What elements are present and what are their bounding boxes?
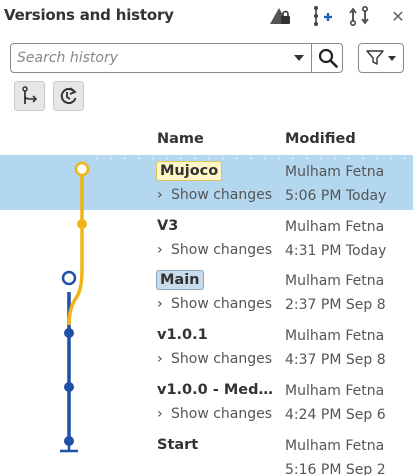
modified-time: 5:06 PM Today	[285, 188, 387, 204]
show-changes-toggle[interactable]: › Show changes	[157, 406, 275, 422]
branch-add-icon	[314, 6, 332, 26]
modified-time: 2:37 PM Sep 8	[285, 297, 386, 313]
modified-user: Mulham Fetna	[285, 438, 385, 454]
modified-time: 4:31 PM Today	[285, 243, 387, 259]
versions-history-panel: Versions and history ✕ Search history Na…	[0, 0, 413, 475]
filter-icon	[366, 50, 384, 65]
version-name: v1.0.0 - MediaPipe	[157, 382, 275, 398]
history-row[interactable]: v1.0.0 - MediaPipe › Show changes Mulham …	[0, 374, 413, 429]
search-dropdown-button[interactable]	[288, 44, 310, 72]
show-changes-label: Show changes	[171, 242, 273, 258]
branch-view-button[interactable]	[14, 81, 45, 111]
close-icon[interactable]: ✕	[385, 4, 411, 28]
show-changes-toggle[interactable]: › Show changes	[157, 242, 275, 258]
branch-icon	[21, 86, 37, 104]
version-name: Start	[157, 437, 199, 453]
version-name: V3	[157, 218, 179, 234]
modified-user: Mulham Fetna	[285, 328, 385, 344]
history-row[interactable]: Mujoco › Show changes Mulham Fetna 5:06 P…	[0, 155, 413, 210]
search-button[interactable]	[312, 44, 343, 72]
show-changes-label: Show changes	[171, 296, 273, 312]
triangle-lock-icon	[270, 8, 290, 24]
version-name: Mujoco	[156, 161, 223, 181]
show-changes-label: Show changes	[171, 406, 273, 422]
compare-button[interactable]	[346, 4, 372, 28]
triangle-lock-button[interactable]	[267, 4, 293, 28]
chevron-right-icon: ›	[157, 351, 163, 367]
filter-button[interactable]	[358, 43, 404, 73]
show-changes-toggle[interactable]: › Show changes	[157, 296, 275, 312]
history-row[interactable]: Main › Show changes Mulham Fetna 2:37 PM …	[0, 264, 413, 319]
column-header-name[interactable]: Name	[157, 131, 204, 147]
history-row[interactable]: v1.0.1 › Show changes Mulham Fetna 4:37 P…	[0, 319, 413, 374]
compare-icon	[349, 5, 369, 27]
modified-time: 4:37 PM Sep 8	[285, 352, 386, 368]
search-icon	[318, 48, 338, 68]
show-changes-label: Show changes	[171, 351, 273, 367]
modified-user: Mulham Fetna	[285, 273, 385, 289]
chevron-right-icon: ›	[157, 242, 163, 258]
version-name: Main	[156, 270, 204, 290]
modified-user: Mulham Fetna	[285, 219, 385, 235]
chevron-right-icon: ›	[157, 406, 163, 422]
panel-title: Versions and history	[4, 6, 174, 24]
modified-user: Mulham Fetna	[285, 164, 385, 180]
modified-user: Mulham Fetna	[285, 383, 385, 399]
search-input[interactable]	[17, 46, 287, 70]
show-changes-label: Show changes	[171, 187, 273, 203]
history-row[interactable]: Start Mulham Fetna 5:16 PM Sep 2	[0, 429, 413, 475]
panel-header: Versions and history ✕	[0, 0, 413, 32]
search-box	[10, 43, 343, 73]
branch-add-button[interactable]	[308, 4, 334, 28]
modified-time: 5:16 PM Sep 2	[285, 462, 386, 475]
caret-down-icon	[294, 55, 304, 61]
column-header-modified[interactable]: Modified	[285, 131, 356, 147]
show-changes-toggle[interactable]: › Show changes	[157, 187, 275, 203]
row-highlight	[90, 155, 413, 161]
show-changes-toggle[interactable]: › Show changes	[157, 351, 275, 367]
caret-down-icon	[388, 55, 396, 61]
chevron-right-icon: ›	[157, 187, 163, 203]
history-row[interactable]: V3 › Show changes Mulham Fetna 4:31 PM To…	[0, 210, 413, 265]
chevron-right-icon: ›	[157, 296, 163, 312]
version-name: v1.0.1	[157, 327, 208, 343]
restore-button[interactable]	[53, 81, 84, 111]
modified-time: 4:24 PM Sep 6	[285, 407, 386, 423]
restore-icon	[60, 87, 77, 105]
